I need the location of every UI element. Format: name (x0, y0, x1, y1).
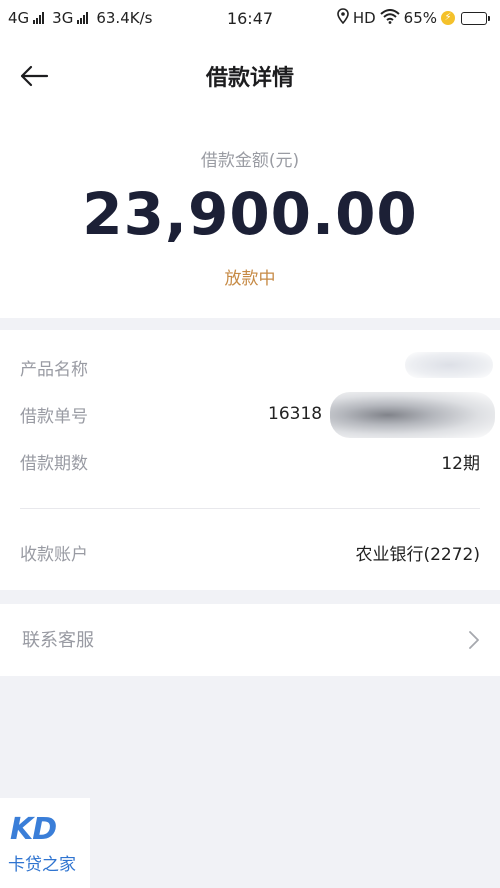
status-right: HD 65% ⚡ (337, 8, 490, 28)
network-type-2: 3G (52, 9, 74, 27)
watermark: KD 卡贷之家 (0, 798, 90, 888)
nav-header: 借款详情 (0, 36, 500, 114)
location-icon (337, 8, 349, 28)
product-name-label: 产品名称 (20, 359, 88, 380)
hd-indicator: HD (352, 9, 376, 27)
battery-icon (461, 11, 490, 25)
loan-status: 放款中 (224, 269, 276, 289)
page-title: 借款详情 (205, 66, 294, 91)
receiving-account-row: 收款账户 农业银行(2272) (20, 537, 480, 567)
watermark-logo: KD (10, 812, 57, 847)
loan-number-value: 16318 (268, 404, 323, 424)
charging-icon: ⚡ (441, 11, 455, 25)
network-type-1: 4G (8, 9, 30, 27)
divider (20, 508, 480, 509)
amount-card: 借款金额(元) 23,900.00 放款中 (0, 114, 500, 318)
receiving-account-value: 农业银行(2272) (355, 544, 480, 565)
watermark-text: 卡贷之家 (8, 855, 76, 875)
loan-number-label: 借款单号 (20, 406, 88, 427)
contact-support-label: 联系客服 (22, 630, 94, 651)
amount-value: 23,900.00 (82, 180, 418, 248)
wifi-icon (379, 8, 400, 28)
network-speed: 63.4K/s (96, 9, 153, 27)
chevron-right-icon (469, 631, 479, 649)
status-bar: 4G 3G 63.4K/s 16:47 HD 65% ⚡ (0, 0, 500, 36)
receiving-account-label: 收款账户 (20, 544, 88, 565)
redacted-loan-number (330, 392, 495, 438)
contact-support-row[interactable]: 联系客服 (0, 604, 500, 676)
signal-icon (33, 12, 45, 24)
loan-periods-row: 借款期数 12期 (20, 446, 480, 476)
loan-periods-value: 12期 (441, 453, 480, 474)
signal-icon (77, 12, 89, 24)
loan-periods-label: 借款期数 (20, 453, 88, 474)
battery-percent: 65% (403, 9, 437, 27)
status-left: 4G 3G 63.4K/s (8, 9, 152, 27)
amount-label: 借款金额(元) (200, 151, 300, 171)
redacted-product-name (405, 352, 493, 378)
loan-details-card: 产品名称 借款单号 16318 借款期数 12期 收款账户 农业银行(2272) (0, 330, 500, 590)
